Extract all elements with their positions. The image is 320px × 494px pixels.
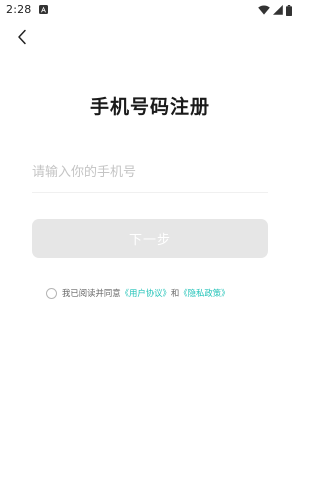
phone-input[interactable] [32, 160, 268, 184]
user-agreement-link[interactable]: 《用户协议》 [121, 287, 171, 299]
privacy-policy-link[interactable]: 《隐私政策》 [179, 287, 229, 299]
signal-icon [273, 5, 283, 15]
back-button[interactable] [11, 28, 33, 50]
phone-field [32, 160, 268, 193]
status-icons [258, 4, 292, 16]
register-screen: 2:28 手机号码注册 请输入你的手机号 下一步 我已阅读并同意 《用户协议》 … [0, 0, 300, 494]
page-title: 手机号码注册 [89, 96, 210, 118]
chevron-left-icon [17, 29, 27, 49]
agreement-row: 我已阅读并同意 《用户协议》 和 《隐私政策》 [46, 286, 230, 300]
battery-icon [286, 4, 292, 16]
agreement-prefix: 我已阅读并同意 [62, 288, 121, 298]
agreement-checkbox[interactable] [46, 287, 57, 299]
status-bar: 2:28 [0, 0, 300, 22]
agreement-and: 和 [170, 288, 180, 298]
app-notification-icon [39, 5, 48, 14]
next-step-button[interactable]: 下一步 [32, 219, 268, 258]
wifi-icon [258, 5, 270, 15]
status-time: 2:28 [6, 3, 32, 16]
